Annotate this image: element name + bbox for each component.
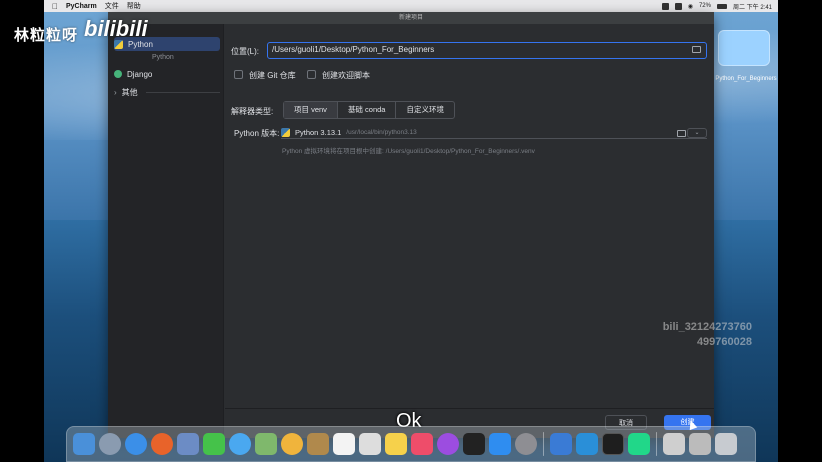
folder-browse-icon[interactable] [692,46,701,53]
clock[interactable]: 周二 下午 2:41 [733,2,772,11]
photos-icon[interactable] [281,433,303,455]
desktop-folder-icon[interactable] [718,30,770,66]
trash-icon[interactable] [715,433,737,455]
location-label: 位置(L): [231,47,259,56]
uploader-id-line: 499760028 [696,336,752,348]
git-checkbox-label: 创建 Git 仓库 [249,71,296,80]
interpreter-type-segmented: 项目 venv 基础 conda 自定义环境 [283,101,455,119]
vscode-icon[interactable] [576,433,598,455]
music-icon[interactable] [411,433,433,455]
tray-icon[interactable] [674,2,682,10]
battery-percent[interactable]: 72% [699,3,711,9]
podcasts-icon[interactable] [437,433,459,455]
dock-separator [656,432,657,456]
terminal-icon[interactable] [602,433,624,455]
python-path: /usr/local/bin/python3.13 [346,129,417,136]
dialog-title: 新建项目 [108,12,714,24]
tab-custom-env[interactable]: 自定义环境 [396,102,454,118]
menu-app-name[interactable]: PyCharm [66,3,97,10]
reminders-icon[interactable] [359,433,381,455]
venv-hint: Python 虚拟环境将在项目根中创建: /Users/guoli1/Deskt… [282,148,535,155]
sidebar-item-label: 其他 [121,87,138,97]
dialog-content: 位置(L): /Users/guoli1/Desktop/Python_For_… [225,24,714,420]
tab-base-conda[interactable]: 基础 conda [338,102,397,118]
sidebar-item-django[interactable]: Django [114,67,152,81]
downloads-icon[interactable] [689,433,711,455]
channel-watermark: 林粒粒呀 [14,27,79,44]
firefox-icon[interactable] [151,433,173,455]
python-version-value: Python 3.13.1 [295,128,342,137]
new-project-dialog: 新建项目 Python Python Django › 其他 位置(L): /U… [108,12,714,438]
safari-icon[interactable] [125,433,147,455]
desktop-folder-label: Python_For_Beginners [715,76,777,82]
calendar-icon[interactable] [333,433,355,455]
battery-icon[interactable] [716,3,727,9]
uploader-id-line: bili_32124273760 [662,321,752,333]
uploader-id-watermark: bili_32124273760 499760028 [663,320,752,350]
maps-icon[interactable] [255,433,277,455]
system-preferences-icon[interactable] [515,433,537,455]
interpreter-type-label: 解释器类型: [231,107,274,116]
dock [66,426,756,462]
video-frame:  PyCharm 文件 帮助 ◉ 72% 周二 下午 2:41 Python_… [0,0,822,462]
status-area: ◉ 72% 周二 下午 2:41 [661,0,772,12]
folder-browse-icon[interactable] [677,130,686,137]
project-type-sidebar: Python Python Django › 其他 [108,24,224,438]
python-version-label: Python 版本: [234,129,280,138]
xcode-icon[interactable] [550,433,572,455]
sidebar-item-other[interactable]: › 其他 [114,85,138,99]
pycharm-icon[interactable] [628,433,650,455]
sidebar-divider [146,92,220,93]
messages-icon[interactable] [229,433,251,455]
launchpad-icon[interactable] [99,433,121,455]
menu-help[interactable]: 帮助 [127,1,141,11]
django-icon [114,70,122,78]
app-store-icon[interactable] [489,433,511,455]
menu-bar:  PyCharm 文件 帮助 ◉ 72% 周二 下午 2:41 [44,0,778,12]
welcome-script-label: 创建欢迎脚本 [322,71,370,80]
document-icon[interactable] [663,433,685,455]
chevron-right-icon: › [114,87,117,97]
location-input[interactable]: /Users/guoli1/Desktop/Python_For_Beginne… [267,42,707,59]
chevron-down-icon[interactable]: ⌄ [687,128,707,138]
wifi-icon[interactable]: ◉ [688,3,693,10]
git-checkbox[interactable] [234,70,243,79]
sidebar-item-label: Django [127,69,153,79]
python-version-select[interactable]: Python 3.13.1 /usr/local/bin/python3.13 [281,127,707,139]
tab-project-venv[interactable]: 项目 venv [284,102,338,118]
finder-icon[interactable] [73,433,95,455]
photo-booth-icon[interactable] [177,433,199,455]
location-value: /Users/guoli1/Desktop/Python_For_Beginne… [272,45,435,54]
tv-icon[interactable] [463,433,485,455]
python-icon [281,128,290,137]
dock-separator [543,432,544,456]
menu-file[interactable]: 文件 [105,1,119,11]
welcome-script-checkbox[interactable] [307,70,316,79]
notes-icon[interactable] [385,433,407,455]
record-icon[interactable] [661,2,669,10]
sidebar-group-label: Python [152,54,174,61]
contacts-icon[interactable] [307,433,329,455]
bilibili-logo: bilibili [84,16,148,41]
facetime-icon[interactable] [203,433,225,455]
apple-icon[interactable]:  [52,2,58,11]
